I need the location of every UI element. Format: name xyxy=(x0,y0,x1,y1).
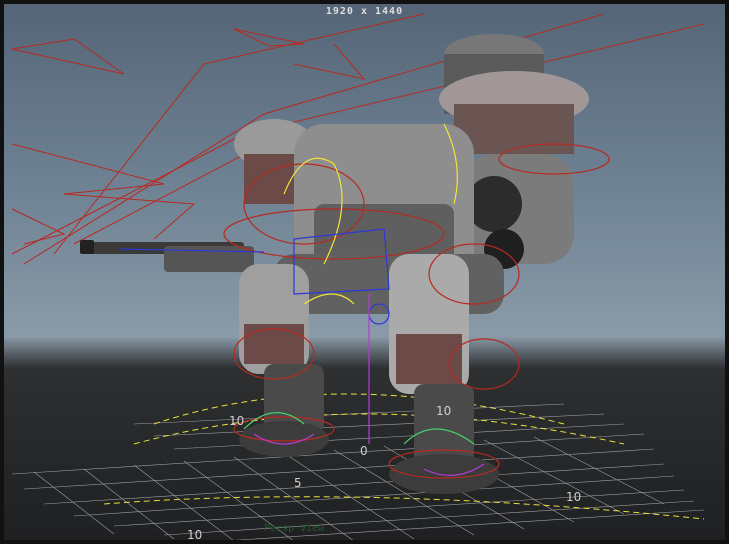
viewport-status-text: Persp View xyxy=(264,523,325,534)
grid-label: 10 xyxy=(229,414,245,428)
maya-perspective-viewport[interactable]: 1920 x 1440 10 10 0 5 10 10 Persp View xyxy=(0,0,729,544)
floor-yellow-curves xyxy=(103,393,705,520)
grid-label: 5 xyxy=(294,476,302,490)
grid-label: 10 xyxy=(566,490,582,504)
floor-grid xyxy=(11,403,705,540)
grid-label: 10 xyxy=(436,404,452,418)
grid-label: 0 xyxy=(360,444,368,458)
mech-robot-model[interactable] xyxy=(80,34,589,494)
scene-canvas[interactable] xyxy=(4,4,729,544)
grid-label: 10 xyxy=(187,528,203,542)
